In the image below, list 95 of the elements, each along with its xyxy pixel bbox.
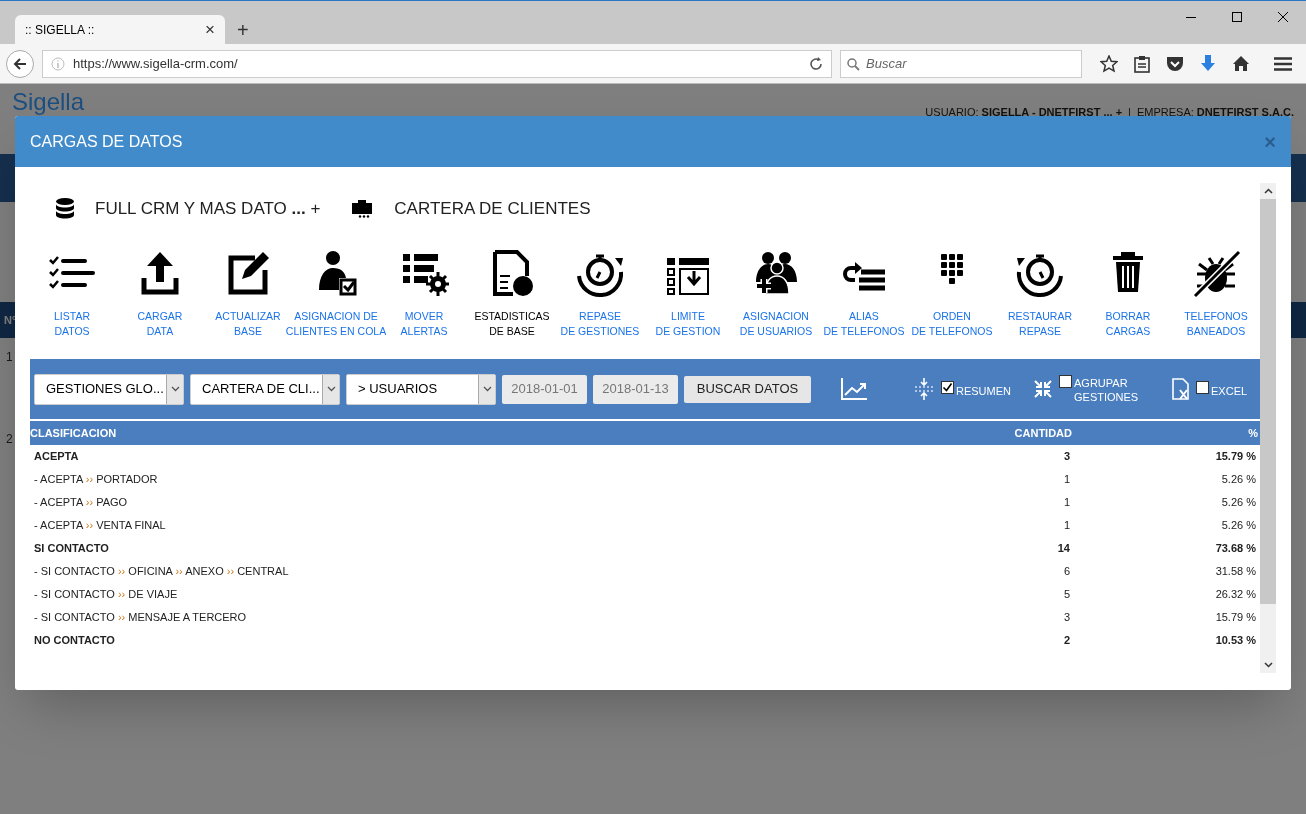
date-field[interactable]: 2018-01-01 <box>502 374 587 404</box>
row-number: 1 <box>6 350 13 364</box>
tool-link[interactable]: ESTADISTICAS DE BASE <box>474 309 550 339</box>
tool-link[interactable]: RESTAURAR REPASE <box>1008 309 1072 339</box>
tool-link[interactable]: ASIGNACION DE CLIENTES EN COLA <box>285 309 387 339</box>
table-cell-text: 10.53 % <box>1214 633 1257 649</box>
table-cell-text: 1 <box>1062 495 1071 511</box>
caret-icon <box>482 386 492 392</box>
tool-link[interactable]: TELEFONOS BANEADOS <box>1184 309 1248 339</box>
scrollbar[interactable] <box>1260 183 1276 673</box>
tool-link[interactable]: LISTAR DATOS <box>54 309 90 339</box>
caret-icon <box>326 386 336 392</box>
reload-icon[interactable] <box>809 56 823 71</box>
logo-text: Sigella <box>12 90 85 114</box>
back-arrow-icon[interactable] <box>13 56 27 71</box>
column-header: CLASIFICACION <box>30 425 118 441</box>
checkbox-label: EXCEL <box>1211 383 1248 398</box>
table-cell-text: 5.26 % <box>1220 518 1257 534</box>
search-field[interactable]: Buscar <box>840 49 1082 78</box>
column-header: CANTIDAD <box>1013 425 1073 441</box>
close-icon[interactable] <box>1278 12 1288 22</box>
pocket-icon[interactable] <box>1166 55 1184 72</box>
tool-link[interactable]: BORRAR CARGAS <box>1105 309 1151 339</box>
table-cell-text: 5.26 % <box>1220 495 1257 511</box>
address-bar[interactable]: https://www.sigella-crm.com/ <box>42 49 832 78</box>
caret-icon <box>170 386 180 392</box>
dropdown[interactable]: GESTIONES GLO... <box>34 373 184 405</box>
table-cell-text: 3 <box>1062 449 1071 465</box>
table-cell-text: - SI CONTACTO ›› MENSAJE A TERCERO <box>33 610 248 626</box>
scroll-down-icon[interactable] <box>1263 662 1273 668</box>
table-cell-text: - ACEPTA ›› VENTA FINAL <box>33 518 167 534</box>
tool-link[interactable]: REPASE DE GESTIONES <box>560 309 640 339</box>
table-cell-text: 1 <box>1062 472 1071 488</box>
checkbox[interactable] <box>1059 374 1072 388</box>
checkbox-label: AGRUPAR GESTIONES <box>1074 375 1136 404</box>
compress-icon[interactable] <box>1033 379 1053 399</box>
table-cell-text: NO CONTACTO <box>33 633 116 649</box>
dropdown[interactable]: CARTERA DE CLI... <box>190 373 340 405</box>
tool-link[interactable]: ACTUALIZAR BASE <box>215 309 281 339</box>
tool-link[interactable]: ORDEN DE TELEFONOS <box>911 309 993 339</box>
table-cell-text: 2 <box>1062 633 1071 649</box>
table-cell-text: - ACEPTA ›› PORTADOR <box>33 472 159 488</box>
table-cell-text: 31.58 % <box>1214 564 1257 580</box>
row-number: 2 <box>6 432 13 446</box>
checkbox[interactable] <box>1196 380 1209 394</box>
table-cell-text: 1 <box>1062 518 1071 534</box>
modal-title: CARGAS DE DATOS <box>30 131 183 152</box>
table-cell-text: SI CONTACTO <box>33 541 110 557</box>
checkbox[interactable] <box>941 380 954 394</box>
table-cell-text: 5 <box>1062 587 1071 603</box>
tool-link[interactable]: MOVER ALERTAS <box>400 309 448 339</box>
context-label[interactable]: FULL CRM Y MAS DATO ... + <box>95 196 321 222</box>
table-cell-text: 73.68 % <box>1214 541 1257 557</box>
menu-icon[interactable] <box>1274 56 1292 71</box>
table-cell-text: 3 <box>1062 610 1071 626</box>
search-data-button[interactable]: BUSCAR DATOS <box>684 375 811 403</box>
table-cell-text: 26.32 % <box>1214 587 1257 603</box>
table-cell-text: - ACEPTA ›› PAGO <box>33 495 129 511</box>
tool-link[interactable]: ASIGNACION DE USUARIOS <box>739 309 813 339</box>
star-icon[interactable] <box>1100 54 1118 73</box>
table-cell-text: 6 <box>1062 564 1071 580</box>
back-button[interactable] <box>6 49 34 78</box>
table-cell-text: 14 <box>1056 541 1071 557</box>
tool-link[interactable]: ALIAS DE TELEFONOS <box>823 309 905 339</box>
company-label: EMPRESA: DNETFIRST S.A.C. <box>1136 105 1294 120</box>
clipboard-icon[interactable] <box>1134 54 1150 73</box>
dropdown[interactable]: > USUARIOS <box>346 373 496 405</box>
table-cell-text: - SI CONTACTO ›› OFICINA ›› ANEXO ›› CENTRAL <box>33 564 290 580</box>
tab-title: :: SIGELLA :: <box>25 21 95 39</box>
line-chart-icon[interactable] <box>841 378 867 400</box>
table-cell-text: 5.26 % <box>1220 472 1257 488</box>
scroll-up-icon[interactable] <box>1263 188 1273 194</box>
tool-link[interactable]: LIMITE DE GESTION <box>655 309 721 339</box>
checkbox-label: RESUMEN <box>956 383 1011 398</box>
context-label[interactable]: CARTERA DE CLIENTES <box>394 196 591 222</box>
home-icon[interactable] <box>1232 55 1250 73</box>
new-tab-button[interactable]: + <box>237 20 249 41</box>
url-text: https://www.sigella-crm.com/ <box>73 55 239 73</box>
expand-icon[interactable] <box>913 377 935 401</box>
date-field[interactable]: 2018-01-13 <box>593 374 678 404</box>
close-tab-button[interactable]: × <box>205 21 215 39</box>
briefcase-icon <box>352 200 375 218</box>
tool-link[interactable]: CARGAR DATA <box>137 309 183 339</box>
column-header: % <box>1247 425 1259 441</box>
user-label: USUARIO: SIGELLA - DNETFIRST ... + <box>925 105 1123 120</box>
bug-blocked-icon[interactable] <box>1191 248 1241 298</box>
database-icon <box>55 198 75 220</box>
download-icon[interactable] <box>1200 54 1216 73</box>
table-cell-text: ACEPTA <box>33 449 80 465</box>
search-icon <box>847 57 860 71</box>
table-cell-text: 15.79 % <box>1214 610 1257 626</box>
table-cell-text: - SI CONTACTO ›› DE VIAJE <box>33 587 179 603</box>
excel-file-icon[interactable] <box>1172 378 1190 400</box>
table-cell-text: 15.79 % <box>1214 449 1257 465</box>
browser-tab[interactable]: :: SIGELLA :: × <box>15 15 225 45</box>
